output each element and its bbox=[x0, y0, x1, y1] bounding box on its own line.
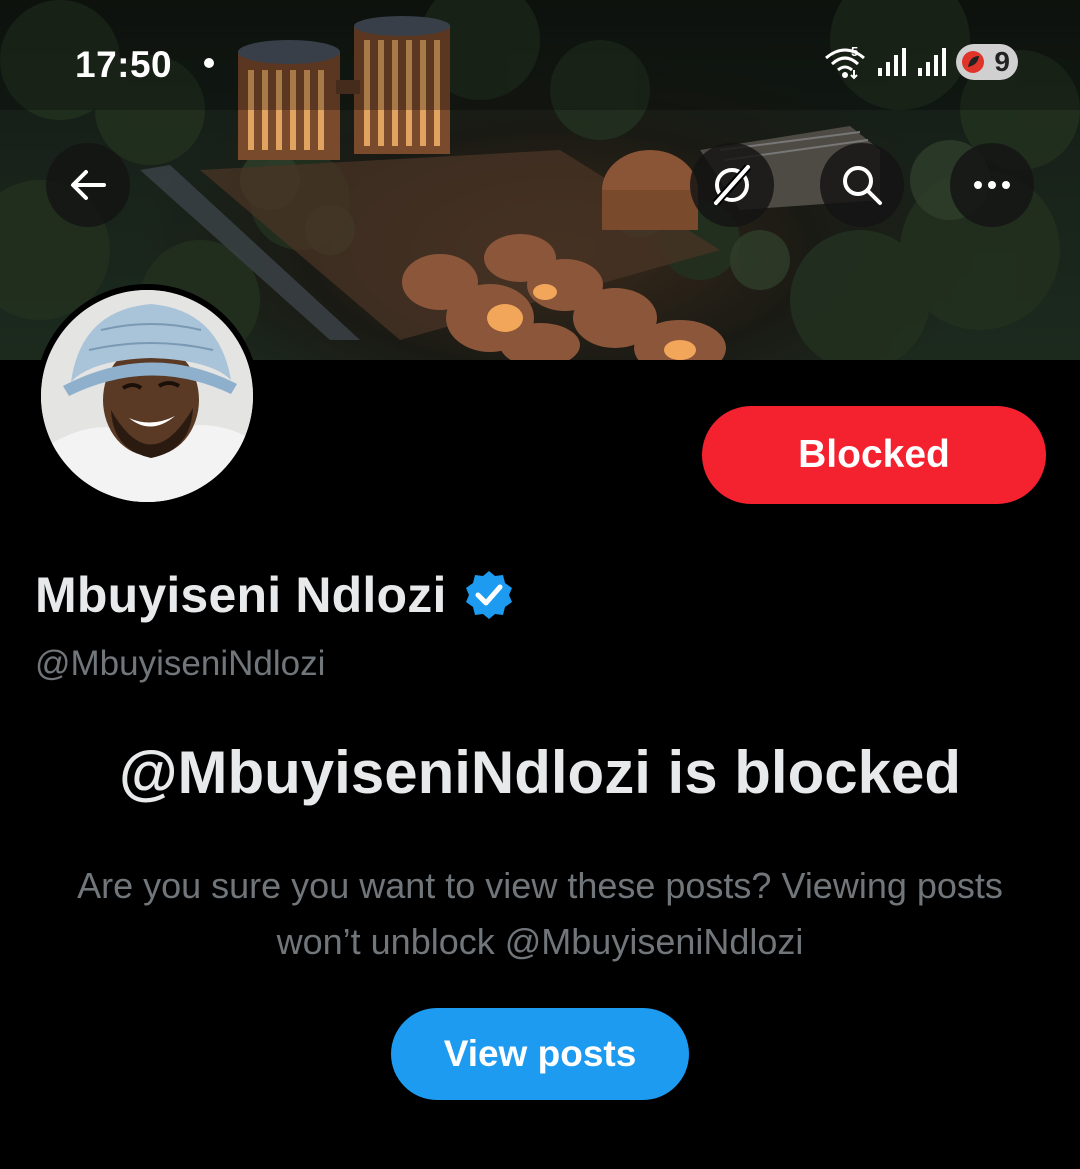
wifi-icon: 5 bbox=[825, 44, 865, 80]
blocked-description: Are you sure you want to view these post… bbox=[77, 865, 1003, 962]
display-name: Mbuyiseni Ndlozi bbox=[35, 567, 447, 623]
avatar-portrait bbox=[41, 290, 253, 502]
grok-icon bbox=[713, 164, 751, 206]
notification-dot bbox=[204, 58, 214, 68]
verified-badge-icon[interactable] bbox=[463, 569, 515, 621]
battery-level: 9 bbox=[994, 46, 1010, 77]
more-horizontal-icon bbox=[974, 181, 1010, 189]
view-posts-button[interactable]: View posts bbox=[391, 1008, 689, 1100]
battery-saver-icon bbox=[962, 51, 984, 73]
back-button[interactable] bbox=[46, 143, 130, 227]
blocked-title: @MbuyiseniNdlozi is blocked bbox=[119, 739, 961, 806]
search-button[interactable] bbox=[820, 143, 904, 227]
status-icons: 5 9 bbox=[824, 42, 1018, 82]
search-icon bbox=[843, 166, 882, 205]
signal-icon-1 bbox=[878, 48, 906, 76]
battery-indicator: 9 bbox=[956, 44, 1018, 80]
blocked-button[interactable]: Blocked bbox=[702, 406, 1046, 504]
status-time: 17:50 bbox=[75, 44, 173, 85]
more-options-button[interactable] bbox=[950, 143, 1034, 227]
grok-button[interactable] bbox=[690, 143, 774, 227]
profile-avatar[interactable] bbox=[35, 284, 259, 508]
wifi-badge: 5 bbox=[851, 44, 858, 59]
arrow-left-icon bbox=[71, 170, 106, 200]
signal-icon-2 bbox=[918, 48, 946, 76]
avatar-image bbox=[41, 290, 253, 502]
profile-name-row: Mbuyiseni Ndlozi bbox=[35, 566, 515, 624]
profile-handle: @MbuyiseniNdlozi bbox=[35, 644, 326, 683]
